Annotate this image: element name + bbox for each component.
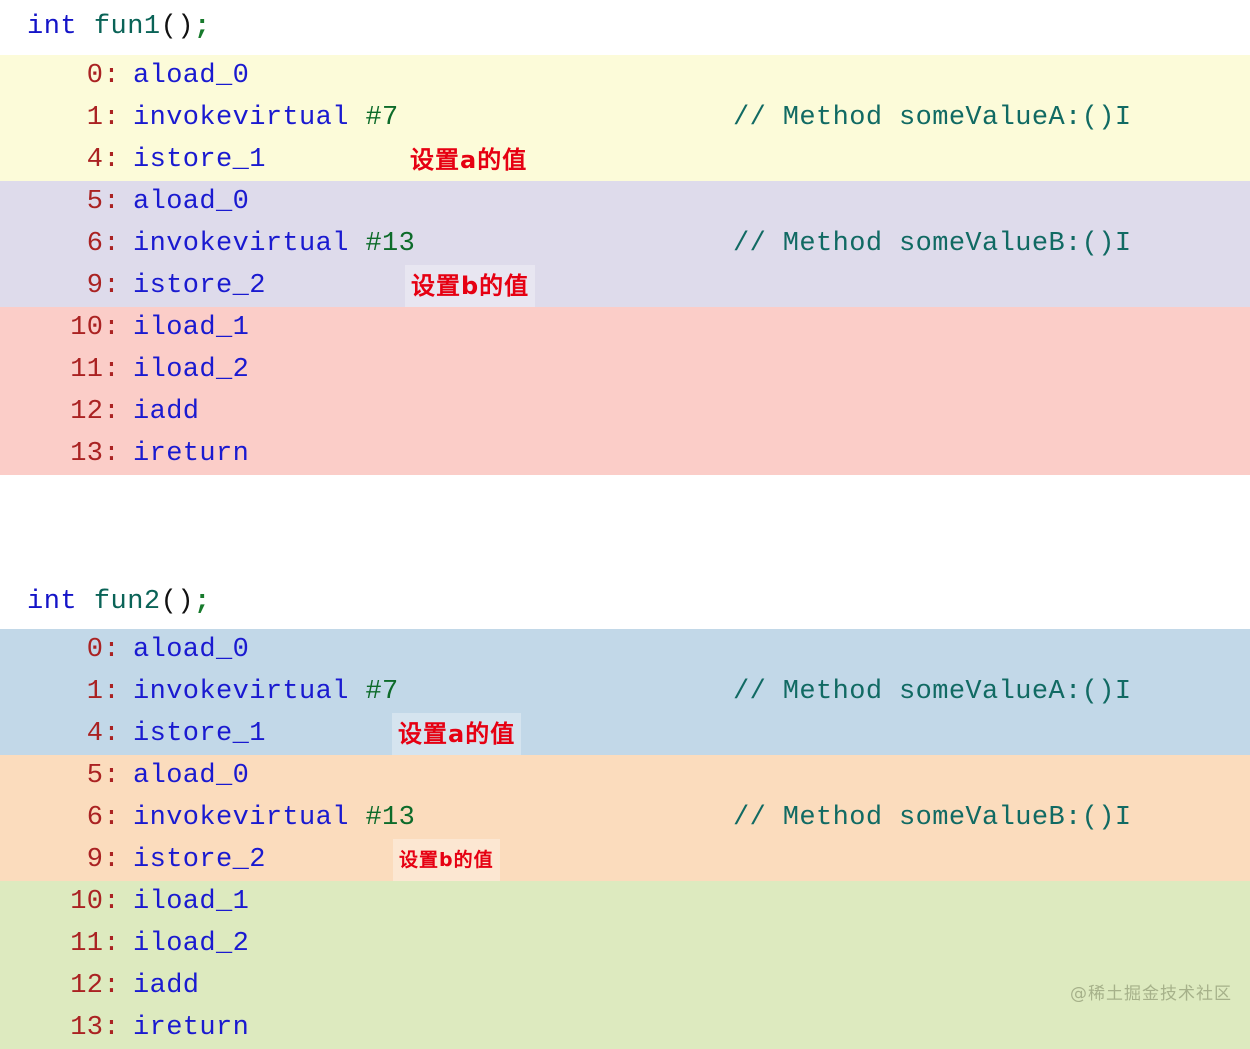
instruction-group: 5: aload_0 6: invokevirtual #13 // Method so… bbox=[0, 755, 1250, 881]
instruction-row: 5: aload_0 bbox=[0, 181, 1250, 223]
instruction-mnemonic: istore_2 bbox=[133, 271, 266, 301]
instruction-mnemonic: iload_2 bbox=[133, 355, 250, 385]
instruction-group: 0: aload_0 1: invokevirtual #7 // Method som… bbox=[0, 55, 1250, 181]
signature-return-type: int bbox=[27, 12, 78, 42]
instruction-mnemonic: iadd bbox=[133, 971, 200, 1001]
bytecode-listing-page: int fun1(); 0: aload_0 1: invokevirtual #7//… bbox=[0, 0, 1250, 1049]
instruction-mnemonic: iload_1 bbox=[133, 887, 250, 917]
instruction-mnemonic: iload_1 bbox=[133, 313, 250, 343]
instruction-mnemonic: istore_2 bbox=[133, 845, 266, 875]
instruction-row: 11: iload_2 bbox=[0, 923, 1250, 965]
instruction-mnemonic: invokevirtual bbox=[133, 229, 349, 259]
instruction-offset: 9: bbox=[86, 271, 120, 301]
instruction-operand: #7 bbox=[365, 103, 399, 133]
instruction-row: 9: istore_2 设置b的值 bbox=[0, 839, 1250, 881]
callout-annotation: 设置b的值 bbox=[405, 265, 536, 307]
instruction-row: 10: iload_1 bbox=[0, 307, 1250, 349]
instruction-offset: 11: bbox=[70, 929, 120, 959]
instruction-comment: // Method someValueA:()I bbox=[733, 677, 1132, 707]
instruction-mnemonic: istore_1 bbox=[133, 719, 266, 749]
instruction-offset: 5: bbox=[86, 187, 120, 217]
instruction-offset: 4: bbox=[86, 719, 120, 749]
instruction-group: 10: iload_1 11: iload_2 12: iadd 13: ireturn bbox=[0, 881, 1250, 1049]
instruction-row: 1: invokevirtual #7 // Method someValueA:(… bbox=[0, 97, 1250, 139]
callout-annotation: 设置b的值 bbox=[393, 839, 500, 881]
method-signature: int fun1(); bbox=[0, 0, 1250, 55]
instruction-row: 4: istore_1 设置a的值 bbox=[0, 139, 1250, 181]
instruction-row: 12: iadd bbox=[0, 965, 1250, 1007]
watermark-label: @稀土掘金技术社区 bbox=[1070, 984, 1232, 1004]
instruction-operand: #7 bbox=[365, 677, 399, 707]
instruction-row: 4: istore_1 设置a的值 bbox=[0, 713, 1250, 755]
instruction-row: 13: ireturn bbox=[0, 1007, 1250, 1049]
callout-annotation: 设置a的值 bbox=[410, 146, 528, 174]
instruction-offset: 11: bbox=[70, 355, 120, 385]
instruction-row: 9: istore_2 设置b的值 bbox=[0, 265, 1250, 307]
instruction-mnemonic: aload_0 bbox=[133, 635, 250, 665]
instruction-mnemonic: ireturn bbox=[133, 439, 250, 469]
instruction-group: 5: aload_0 6: invokevirtual #13 // Method so… bbox=[0, 181, 1250, 307]
instruction-comment: // Method someValueB:()I bbox=[733, 229, 1132, 259]
instruction-row: 10: iload_1 bbox=[0, 881, 1250, 923]
instruction-comment: // Method someValueB:()I bbox=[733, 803, 1132, 833]
signature-method-name: fun2 bbox=[93, 587, 161, 617]
signature-method-name: fun1 bbox=[93, 12, 161, 42]
instruction-mnemonic: iload_2 bbox=[133, 929, 250, 959]
instruction-offset: 10: bbox=[70, 887, 120, 917]
instruction-mnemonic: iadd bbox=[133, 397, 200, 427]
instruction-mnemonic: ireturn bbox=[133, 1013, 250, 1043]
instruction-group: 10: iload_1 11: iload_2 12: iadd 13: ireturn bbox=[0, 307, 1250, 475]
instruction-comment: // Method someValueA:()I bbox=[733, 103, 1132, 133]
instruction-mnemonic: istore_1 bbox=[133, 145, 266, 175]
instruction-offset: 6: bbox=[86, 229, 120, 259]
instruction-row: 5: aload_0 bbox=[0, 755, 1250, 797]
method-signature: int fun2(); bbox=[0, 575, 1250, 629]
instruction-row: 0: aload_0 bbox=[0, 55, 1250, 97]
instruction-offset: 1: bbox=[86, 103, 120, 133]
listing-content: int fun1(); 0: aload_0 1: invokevirtual #7//… bbox=[0, 0, 1250, 1049]
instruction-offset: 10: bbox=[70, 313, 120, 343]
signature-parens: () bbox=[160, 587, 195, 617]
instruction-row: 11: iload_2 bbox=[0, 349, 1250, 391]
instruction-offset: 12: bbox=[70, 971, 120, 1001]
instruction-row: 6: invokevirtual #13 // Method someValueB:… bbox=[0, 797, 1250, 839]
instruction-offset: 1: bbox=[86, 677, 120, 707]
instruction-offset: 0: bbox=[86, 635, 120, 665]
instruction-mnemonic: invokevirtual bbox=[133, 677, 349, 707]
instruction-row: 0: aload_0 bbox=[0, 629, 1250, 671]
instruction-row: 12: iadd bbox=[0, 391, 1250, 433]
instruction-operand: #13 bbox=[365, 229, 416, 259]
instruction-row: 13: ireturn bbox=[0, 433, 1250, 475]
instruction-offset: 0: bbox=[86, 61, 120, 91]
instruction-offset: 6: bbox=[86, 803, 120, 833]
instruction-offset: 4: bbox=[86, 145, 120, 175]
instruction-mnemonic: invokevirtual bbox=[133, 103, 349, 133]
instruction-mnemonic: aload_0 bbox=[133, 61, 250, 91]
callout-annotation: 设置a的值 bbox=[392, 713, 522, 755]
signature-return-type: int bbox=[27, 587, 78, 617]
instruction-row: 6: invokevirtual #13 // Method someValueB:… bbox=[0, 223, 1250, 265]
signature-semicolon: ; bbox=[194, 12, 211, 42]
signature-semicolon: ; bbox=[194, 587, 211, 617]
instruction-offset: 12: bbox=[70, 397, 120, 427]
instruction-row: 1: invokevirtual #7 // Method someValueA:(… bbox=[0, 671, 1250, 713]
signature-parens: () bbox=[160, 12, 195, 42]
instruction-mnemonic: invokevirtual bbox=[133, 803, 349, 833]
instruction-mnemonic: aload_0 bbox=[133, 761, 250, 791]
instruction-offset: 5: bbox=[86, 761, 120, 791]
instruction-mnemonic: aload_0 bbox=[133, 187, 250, 217]
method-separator bbox=[0, 475, 1250, 575]
instruction-offset: 13: bbox=[70, 1013, 120, 1043]
instruction-offset: 9: bbox=[86, 845, 120, 875]
instruction-operand: #13 bbox=[365, 803, 416, 833]
instruction-group: 0: aload_0 1: invokevirtual #7 // Method som… bbox=[0, 629, 1250, 755]
instruction-offset: 13: bbox=[70, 439, 120, 469]
